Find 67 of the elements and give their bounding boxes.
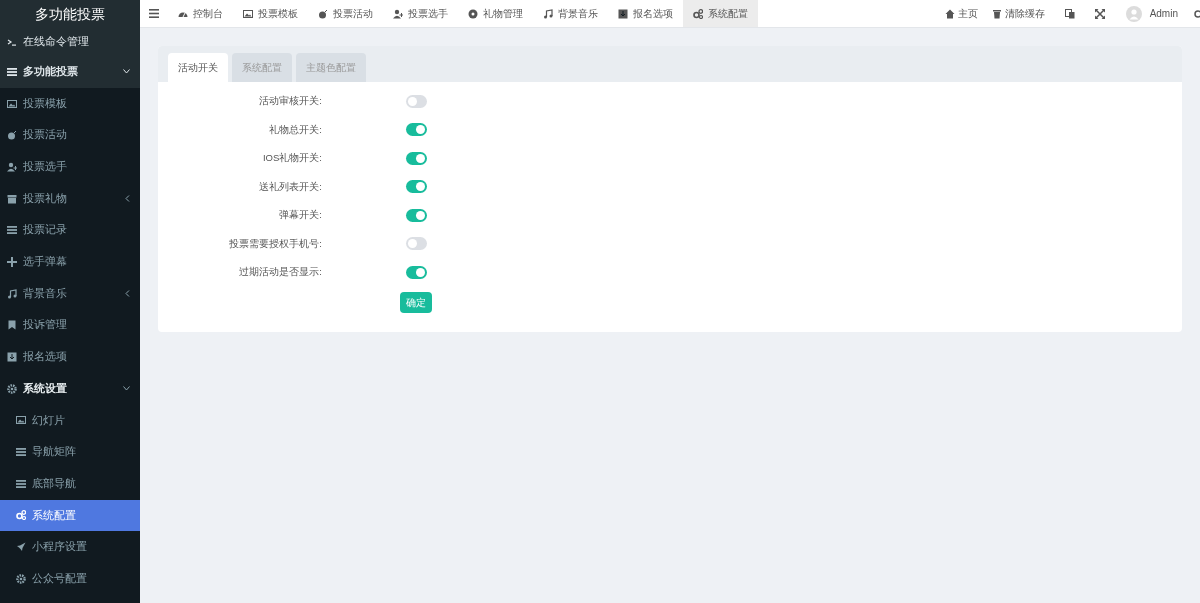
- archive-icon: [7, 193, 17, 204]
- sidebar-group[interactable]: 多功能投票: [0, 56, 140, 88]
- sidebar-item[interactable]: 幻灯片: [0, 404, 140, 437]
- download-icon: [7, 352, 17, 363]
- list-icon: [16, 478, 26, 489]
- user-menu[interactable]: Admin: [1111, 0, 1190, 27]
- music-note-icon: [7, 288, 17, 299]
- field-label: 弹幕开关:: [278, 208, 322, 223]
- list-icon: [7, 66, 17, 77]
- field-label: 送礼列表开关:: [258, 179, 322, 194]
- sidebar-item[interactable]: 小程序设置: [0, 531, 140, 563]
- image-icon: [16, 415, 26, 426]
- field-label: 礼物总开关:: [268, 122, 322, 137]
- menu-icon: [16, 447, 26, 458]
- sidebar-item[interactable]: 投票模板: [0, 87, 140, 120]
- sidebar-item[interactable]: 系统配置: [0, 499, 140, 532]
- avatar-icon: [1125, 5, 1142, 22]
- field-label: 过期活动是否显示:: [238, 265, 322, 280]
- music-note-icon: [543, 8, 553, 19]
- sidebar-group[interactable]: 系统设置: [0, 372, 140, 405]
- nav-tab[interactable]: 系统配置: [683, 0, 758, 27]
- sidebar-item[interactable]: 投票活动: [0, 119, 140, 152]
- expand-icon: [1094, 8, 1105, 19]
- toggle-switch[interactable]: [406, 265, 427, 279]
- gears-icon: [16, 510, 26, 521]
- clear-cache-button[interactable]: 清除缓存: [984, 0, 1052, 27]
- rocket-icon: [16, 542, 26, 553]
- gear-icon: [7, 383, 17, 394]
- sidebar-item[interactable]: 在线命令管理: [0, 28, 140, 56]
- translate-icon: [1064, 8, 1075, 19]
- sidebar-item[interactable]: 报名选项: [0, 341, 140, 373]
- trash-icon: [991, 8, 1002, 19]
- user-plus-icon: [7, 161, 17, 172]
- field-label: 投票需要授权手机号:: [228, 236, 322, 251]
- toggle-switch[interactable]: [406, 180, 427, 194]
- user-plus-icon: [393, 8, 403, 19]
- gears-icon: [693, 8, 703, 19]
- toggle-switch[interactable]: [406, 94, 427, 108]
- sidebar-item[interactable]: 公众号配置: [0, 563, 140, 595]
- sidebar-group[interactable]: 背景音乐: [0, 277, 140, 310]
- bomb-icon: [7, 130, 17, 141]
- toggle-switch[interactable]: [406, 123, 427, 137]
- sidebar-item[interactable]: 选手弹幕: [0, 246, 140, 278]
- sidebar-item[interactable]: 底部导航: [0, 467, 140, 500]
- field-label: 活动审核开关:: [258, 94, 322, 109]
- list-icon: [7, 225, 17, 236]
- disc-icon: [468, 8, 478, 19]
- app-logo: 多功能投票: [0, 0, 140, 28]
- home-link[interactable]: 主页: [937, 0, 985, 27]
- sidebar-item[interactable]: 投票选手: [0, 151, 140, 183]
- toggle-switch[interactable]: [406, 237, 427, 251]
- bookmark-icon: [7, 320, 17, 331]
- toggle-switch[interactable]: [406, 208, 427, 222]
- sidebar-item[interactable]: 导航矩阵: [0, 436, 140, 468]
- terminal-icon: [7, 37, 17, 47]
- image-icon: [7, 98, 17, 109]
- field-label: IOS礼物开关:: [262, 151, 322, 166]
- bomb-icon: [318, 8, 328, 19]
- sidebar-item[interactable]: 投票记录: [0, 214, 140, 247]
- sidebar-item[interactable]: 投诉管理: [0, 309, 140, 342]
- sidebar-group[interactable]: 投票礼物: [0, 182, 140, 215]
- image-icon: [243, 8, 253, 19]
- toggle-switch[interactable]: [406, 151, 427, 165]
- gear-icon: [16, 573, 26, 584]
- home-icon: [944, 8, 955, 19]
- download-icon: [618, 8, 628, 19]
- panel-tab[interactable]: 活动开关: [168, 53, 228, 82]
